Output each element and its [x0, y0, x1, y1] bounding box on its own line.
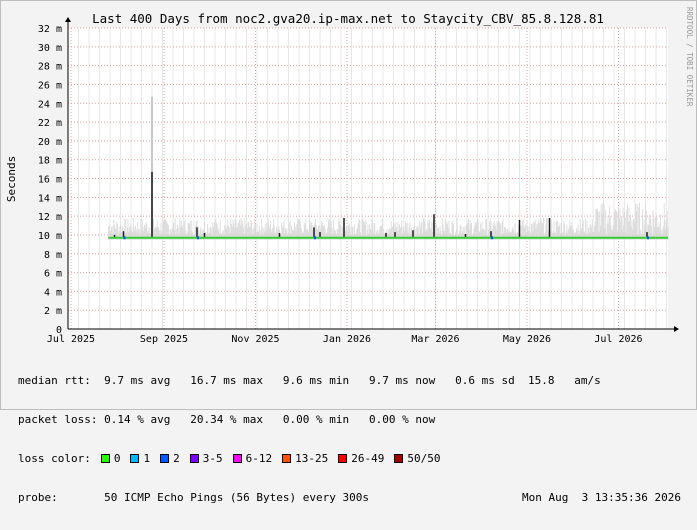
y-tick-label: 28 m	[38, 62, 62, 73]
packet-loss-label: packet loss:	[18, 413, 98, 426]
x-axis-arrow	[674, 326, 679, 332]
probe-row: probe: 50 ICMP Echo Pings (56 Bytes) eve…	[18, 491, 681, 504]
y-tick-label: 10 m	[38, 231, 62, 242]
y-tick-label: 8 m	[44, 250, 62, 261]
x-tick-label: May 2026	[503, 334, 551, 345]
loss-color-item: 13-25	[282, 452, 328, 465]
y-tick-label: 4 m	[44, 287, 62, 298]
loss-color-swatch	[189, 453, 199, 463]
y-tick-label: 30 m	[38, 43, 62, 54]
median-rtt-values: 9.7 ms avg 16.7 ms max 9.6 ms min 9.7 ms…	[90, 374, 601, 387]
loss-color-item: 50/50	[394, 452, 440, 465]
loss-color-label: loss color:	[18, 452, 91, 465]
loss-color-item: 2	[160, 452, 180, 465]
rrdtool-credit: RRDTOOL / TOBI OETIKER	[685, 7, 694, 107]
x-tick-label: Sep 2025	[140, 334, 188, 345]
y-tick-label: 2 m	[44, 306, 62, 317]
loss-color-value: 2	[173, 451, 180, 465]
x-tick-label: Mar 2026	[411, 334, 459, 345]
y-tick-label: 0	[56, 325, 62, 336]
loss-color-swatch	[282, 453, 292, 463]
loss-color-swatch	[338, 453, 348, 463]
median-rtt-label: median rtt:	[18, 374, 91, 387]
loss-color-value: 13-25	[295, 451, 329, 465]
loss-color-swatch	[130, 453, 140, 463]
loss-color-items: 0 1 2 3-5 6-12 13-25 26-49 50/50	[100, 451, 451, 466]
loss-color-item: 6-12	[232, 451, 273, 465]
loss-color-item: 0	[100, 451, 121, 465]
loss-color-swatch	[394, 453, 404, 463]
loss-color-value: 50/50	[407, 451, 441, 465]
y-tick-label: 6 m	[44, 269, 62, 280]
loss-color-value: 1	[143, 451, 151, 465]
probe-description: 50 ICMP Echo Pings (56 Bytes) every 300s	[57, 491, 370, 504]
loss-color-value: 3-5	[202, 451, 223, 465]
x-tick-label: Nov 2025	[231, 334, 279, 345]
y-tick-label: 16 m	[38, 175, 62, 186]
loss-color-item: 26-49	[338, 452, 384, 465]
loss-color-swatch	[160, 453, 170, 463]
loss-color-swatch	[100, 453, 110, 463]
stats-panel: median rtt: 9.7 ms avg 16.7 ms max 9.6 m…	[18, 348, 681, 530]
y-tick-label: 12 m	[38, 212, 62, 223]
y-tick-label: 22 m	[38, 118, 62, 129]
y-tick-label: 24 m	[38, 99, 62, 110]
y-axis-label: Seconds	[5, 156, 18, 202]
x-tick-label: Jan 2026	[323, 334, 371, 345]
loss-color-item: 3-5	[189, 451, 223, 465]
smokeping-graph: Jul 2025 Sep 2025 Nov 2025 Jan 2026 Mar 2026…	[0, 0, 697, 504]
rtt-chart: Jul 2025 Sep 2025 Nov 2025 Jan 2026 Mar 2026…	[5, 7, 694, 345]
chart-title: Last 400 Days from noc2.gva20.ip-max.net…	[92, 11, 604, 26]
x-tick-label: Jul 2026	[594, 334, 642, 345]
loss-color-legend: loss color: 0 1 2 3-5 6-12 13-25 26-49 50/50	[18, 451, 681, 466]
loss-color-value: 0	[113, 451, 121, 465]
loss-color-swatch	[232, 453, 242, 463]
stats-row-median-rtt: median rtt: 9.7 ms avg 16.7 ms max 9.6 m…	[18, 374, 681, 387]
probe-timestamp: Mon Aug 3 13:35:36 2026	[522, 491, 681, 504]
stats-row-packet-loss: packet loss: 0.14 % avg 20.34 % max 0.00…	[18, 413, 681, 426]
y-tick-label: 26 m	[38, 80, 62, 91]
y-tick-label: 18 m	[38, 156, 62, 167]
y-axis-arrow	[65, 17, 71, 22]
y-tick-label: 20 m	[38, 137, 62, 148]
loss-color-value: 6-12	[245, 451, 273, 465]
y-tick-label: 14 m	[38, 193, 62, 204]
loss-color-value: 26-49	[351, 451, 385, 465]
y-tick-label: 32 m	[38, 24, 62, 35]
x-tick-label: Jul 2025	[47, 334, 95, 345]
probe-label: probe:	[18, 491, 58, 504]
packet-loss-values: 0.14 % avg 20.34 % max 0.00 % min 0.00 %…	[97, 413, 436, 426]
loss-color-item: 1	[130, 452, 150, 465]
